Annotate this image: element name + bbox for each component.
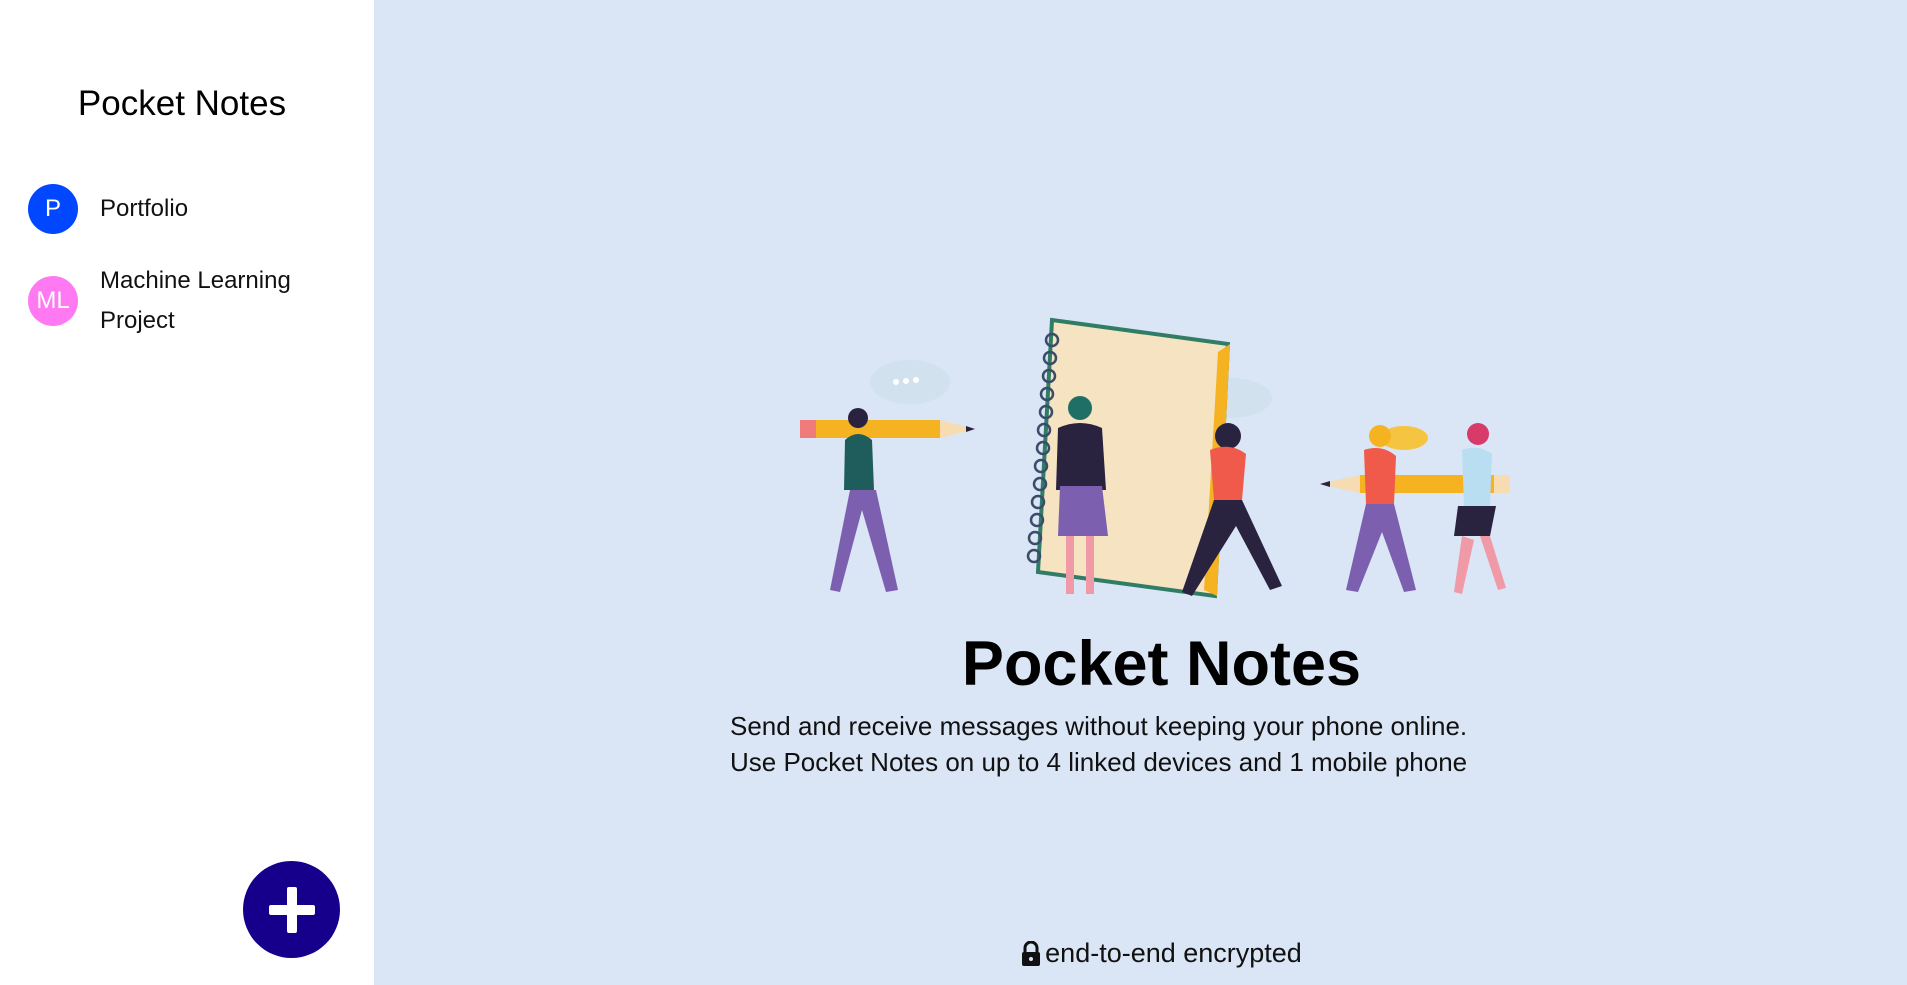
hero-subtitle: Send and receive messages without keepin… <box>730 708 1550 780</box>
group-name: Machine Learning Project <box>100 267 291 334</box>
group-name: Portfolio <box>100 195 189 222</box>
add-group-button[interactable] <box>243 861 340 958</box>
encryption-notice: end-to-end encrypted <box>374 938 1907 969</box>
group-avatar: ML <box>28 276 78 326</box>
encryption-text: end-to-end encrypted <box>1045 938 1302 968</box>
hero-subtitle-line: Use Pocket Notes on up to 4 linked devic… <box>730 747 1468 777</box>
plus-icon <box>268 886 315 933</box>
group-list: P Portfolio ML Machine Learning Project <box>28 184 358 343</box>
sidebar-title: Pocket Notes <box>77 84 287 123</box>
group-item-machine-learning-project[interactable]: ML Machine Learning Project <box>28 259 358 343</box>
group-avatar: P <box>28 184 78 234</box>
lock-icon <box>1022 940 1041 966</box>
group-item-portfolio[interactable]: P Portfolio <box>28 184 358 234</box>
main-panel: Pocket Notes Send and receive messages w… <box>374 0 1907 985</box>
hero-subtitle-line: Send and receive messages without keepin… <box>730 711 1468 741</box>
sidebar: Pocket Notes P Portfolio ML Machine Lear… <box>0 0 374 985</box>
hero-illustration <box>800 317 1510 599</box>
hero-title: Pocket Notes <box>961 629 1362 699</box>
